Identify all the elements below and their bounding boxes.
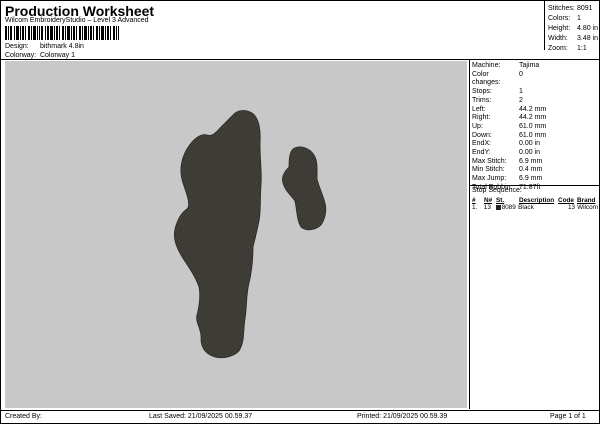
stat-colors: Colors: 1 xyxy=(548,15,581,22)
colorway-label: Colorway: xyxy=(5,52,37,59)
footer-created-by: Created By: xyxy=(5,413,42,420)
col-needle: N# xyxy=(484,197,493,204)
info-endy: EndY: 0.00 in xyxy=(472,149,541,157)
panel-divider xyxy=(469,59,470,409)
info-stops: Stops: 1 xyxy=(472,88,523,96)
design-value: bithmark 4.8in xyxy=(39,43,84,50)
machine-info-panel: Machine: Tajima Color changes: 0 Stops: 1 T… xyxy=(472,62,546,193)
footer-page-number: Page 1 of 1 xyxy=(550,413,586,420)
footer-last-saved: Last Saved: 21/09/2025 00.59.37 xyxy=(149,413,253,420)
col-stitches: St. xyxy=(496,197,505,204)
info-endx: EndX: 0.00 in xyxy=(472,140,541,148)
row-stitches-cell: 8089 xyxy=(495,204,519,211)
info-trims: Trims: 2 xyxy=(472,96,523,104)
row-brand: Wilcom xyxy=(577,204,599,211)
info-min-stitch: Min Stitch: 0.4 mm xyxy=(472,166,543,174)
info-right: Right: 44.2 mm xyxy=(472,114,547,122)
info-max-jump: Max Jump: 6.9 mm xyxy=(472,175,543,183)
stop-sequence-header: # N# St. Description Code Brand xyxy=(472,197,598,204)
col-description: Description xyxy=(519,197,555,204)
colorway-value: Colorway 1 xyxy=(39,52,75,59)
stats-divider xyxy=(544,1,545,50)
colorway-row: Colorway: Colorway 1 xyxy=(5,52,75,59)
design-label: Design: xyxy=(5,43,29,50)
software-subtitle: Wilcom EmbroideryStudio – Level 3 Advanc… xyxy=(5,17,149,24)
stop-sequence-title: Stop Sequence: xyxy=(472,187,522,194)
info-max-stitch: Max Stitch: 6.9 mm xyxy=(472,157,543,165)
info-down: Down: 61.0 mm xyxy=(472,131,547,139)
color-swatch-icon xyxy=(495,204,501,210)
row-stitches: 8089 xyxy=(501,204,516,211)
design-preview xyxy=(5,61,467,408)
header-divider xyxy=(1,59,599,60)
large-stitch-shape xyxy=(173,110,262,359)
stat-width: Width: 3.48 in xyxy=(548,35,599,42)
footer-printed: Printed: 21/09/2025 00.59.39 xyxy=(357,413,448,420)
stat-stitches: Stitches: 8091 xyxy=(548,5,593,12)
col-brand: Brand xyxy=(577,197,596,204)
info-machine: Machine: Tajima xyxy=(472,62,540,69)
stop-sequence-table: # N# St. Description Code Brand 1. 13 80… xyxy=(472,197,598,211)
col-code: Code xyxy=(558,197,574,204)
info-left: Left: 44.2 mm xyxy=(472,105,547,113)
row-index: 1. xyxy=(472,204,478,211)
row-code: 13 xyxy=(567,204,576,211)
embroidery-design xyxy=(173,110,327,359)
col-index: # xyxy=(472,197,476,204)
barcode xyxy=(5,26,119,40)
table-row: 1. 13 8089 Black 13 Wilcom xyxy=(472,204,598,211)
small-stitch-shape xyxy=(282,146,327,231)
stat-height: Height: 4.80 in xyxy=(548,25,599,32)
footer-divider xyxy=(1,410,599,411)
row-needle: 13 xyxy=(483,204,491,211)
row-description: Black xyxy=(518,204,534,211)
design-stats: Stitches: 8091 Colors: 1 Height: 4.80 in Wi… xyxy=(548,4,598,54)
info-up: Up: 61.0 mm xyxy=(472,122,547,130)
stat-zoom: Zoom: 1:1 xyxy=(548,45,587,52)
info-color-changes: Color changes: 0 xyxy=(472,70,523,87)
design-row: Design: bithmark 4.8in xyxy=(5,43,84,50)
worksheet-page: Production Worksheet Wilcom EmbroiderySt… xyxy=(0,0,600,424)
stop-sequence-divider xyxy=(470,185,599,186)
